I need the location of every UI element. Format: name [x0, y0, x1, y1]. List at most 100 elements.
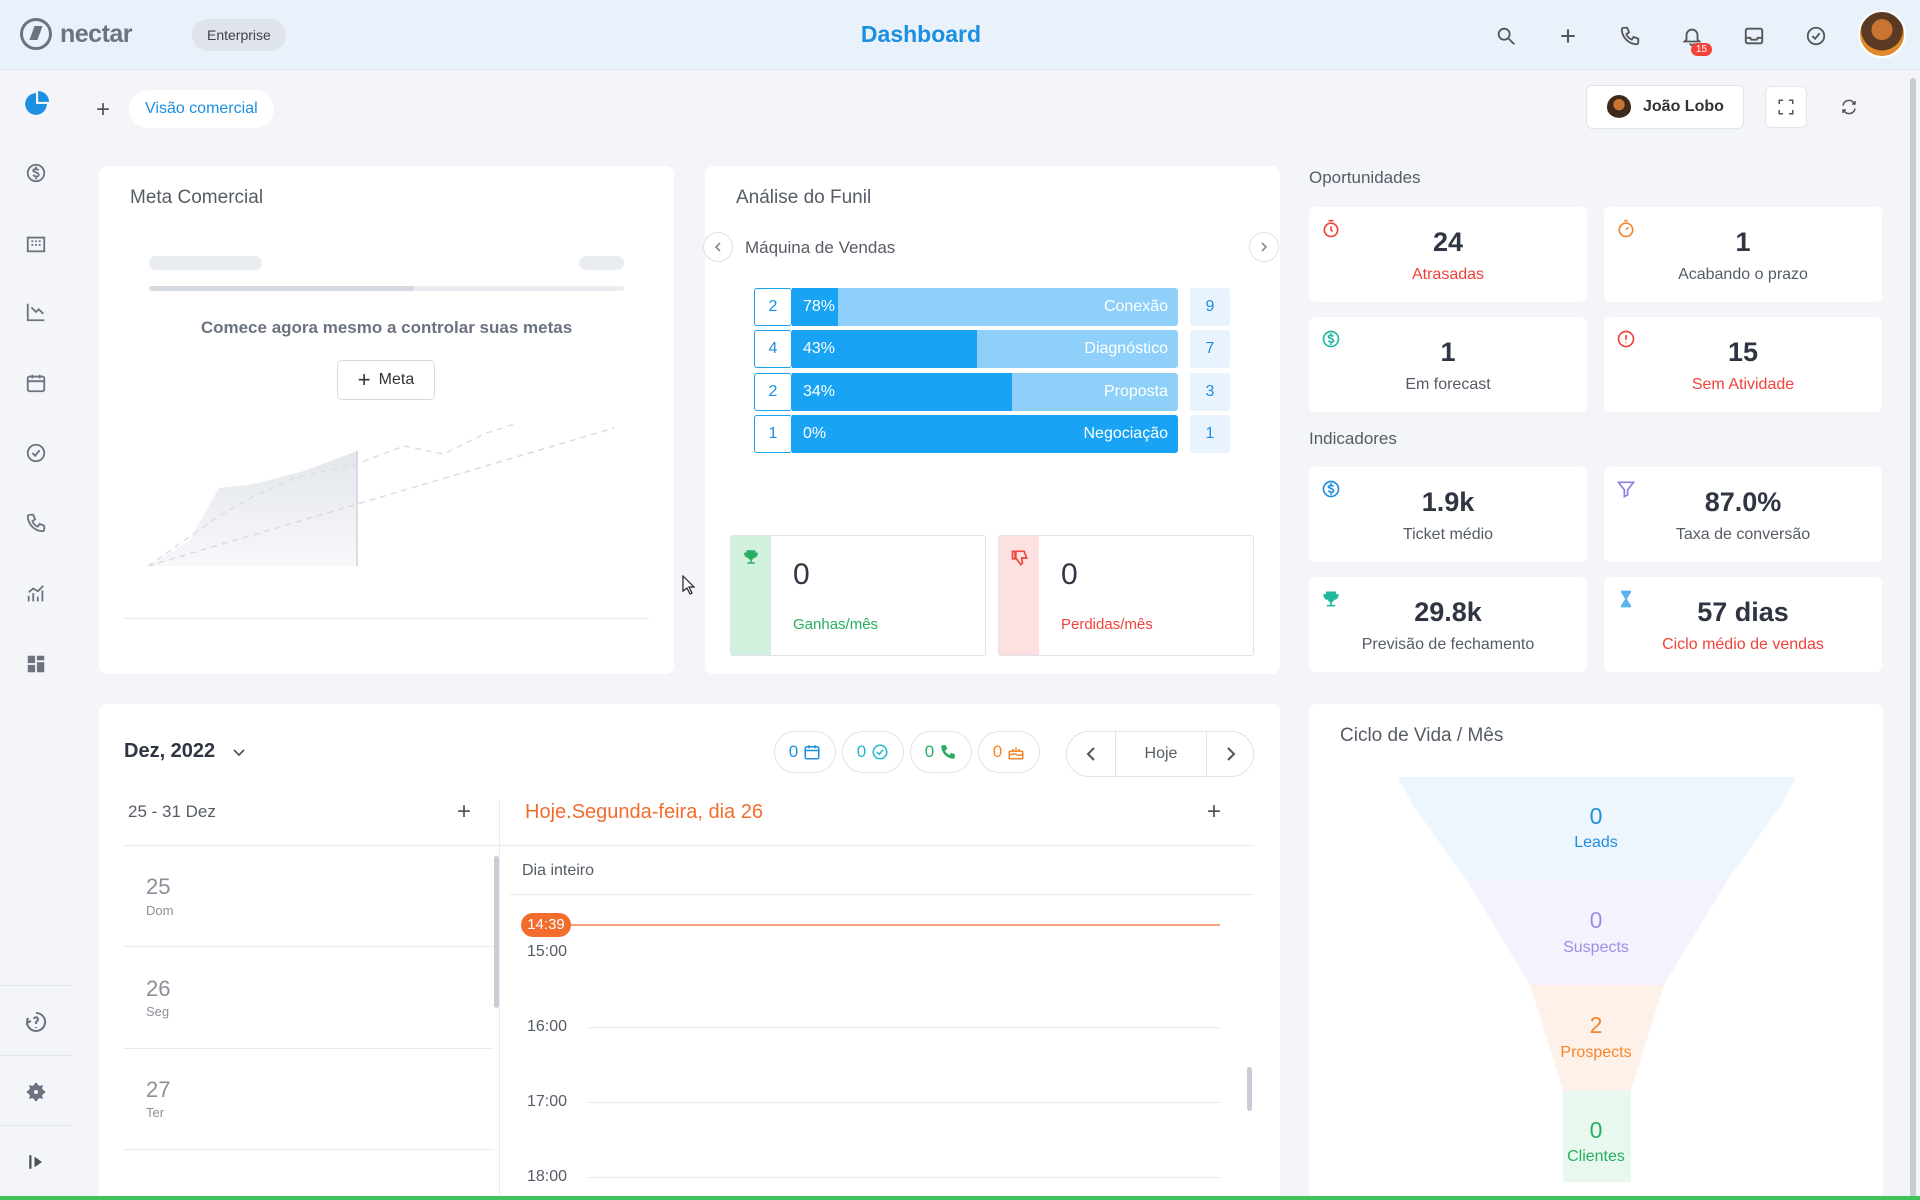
analytics-icon[interactable]	[22, 580, 50, 608]
money-icon[interactable]	[22, 159, 50, 187]
kpi-atrasadas[interactable]: 24 Atrasadas	[1309, 207, 1587, 302]
add-meta-button[interactable]: + Meta	[337, 360, 435, 400]
check-circle-icon[interactable]	[1800, 20, 1832, 52]
refresh-button[interactable]	[1828, 86, 1870, 128]
lost-card[interactable]: 0 Perdidas/mês	[998, 535, 1254, 656]
stage-name: Proposta	[1103, 383, 1168, 400]
phone-icon[interactable]	[1614, 20, 1646, 52]
user-avatar[interactable]	[1858, 10, 1906, 58]
funnel-stage-row[interactable]: 1 0% Negociação 1	[754, 415, 1230, 453]
month-selector[interactable]: Dez, 2022	[124, 740, 245, 763]
page-scrollbar[interactable]	[1910, 78, 1916, 1200]
divider	[124, 845, 1254, 846]
week-range: 25 - 31 Dez	[128, 802, 216, 821]
add-view-button[interactable]: +	[96, 96, 110, 124]
kpi-sem-atividade[interactable]: 15 Sem Atividade	[1604, 317, 1882, 412]
hour-gridline	[588, 1027, 1220, 1028]
kpi-ciclo-medio[interactable]: 57 dias Ciclo médio de vendas	[1604, 577, 1882, 672]
agenda-chip-birthdays[interactable]: 0	[978, 731, 1040, 773]
kpi-value: 24	[1432, 227, 1464, 257]
skeleton-placeholder	[149, 256, 262, 270]
next-day-button[interactable]	[1207, 732, 1255, 776]
dashboard-pie-icon[interactable]	[22, 90, 50, 118]
kpi-label: Sem Atividade	[1691, 376, 1795, 393]
kpi-label: Em forecast	[1405, 376, 1491, 393]
sidebar-divider	[0, 1125, 72, 1126]
day-weekday: Ter	[146, 1105, 165, 1120]
kpi-em-forecast[interactable]: 1 Em forecast	[1309, 317, 1587, 412]
divider	[124, 618, 649, 619]
inbox-icon[interactable]	[1738, 20, 1770, 52]
kpi-value: 87.0%	[1704, 487, 1782, 517]
funnel-stage-row[interactable]: 2 34% Proposta 3	[754, 373, 1230, 411]
pipeline-name: Máquina de Vendas	[745, 238, 896, 257]
agenda-card	[99, 704, 1280, 1200]
divider	[499, 800, 500, 1200]
calls-icon[interactable]	[22, 509, 50, 537]
chevron-right-icon	[1261, 242, 1268, 252]
funnel-stage-row[interactable]: 4 43% Diagnóstico 7	[754, 330, 1230, 368]
stage-bar: 78% Conexão	[792, 288, 1178, 326]
kpi-label: Taxa de conversão	[1675, 526, 1811, 543]
agenda-chip-tasks[interactable]: 0	[842, 731, 904, 773]
card-title: Meta Comercial	[130, 187, 264, 208]
stage-bar: 0% Negociação	[792, 415, 1178, 453]
next-pipeline-button[interactable]	[1249, 232, 1279, 262]
companies-icon[interactable]	[22, 230, 50, 258]
avatar	[1607, 95, 1631, 119]
day-number: 25	[146, 874, 171, 899]
stage-name: Conexão	[1103, 298, 1168, 315]
kpi-acabando-prazo[interactable]: 1 Acabando o prazo	[1604, 207, 1882, 302]
tasks-icon[interactable]	[22, 439, 50, 467]
bell-icon[interactable]: 15	[1676, 20, 1712, 56]
stage-count: 1	[754, 415, 792, 453]
kpi-ticket-medio[interactable]: 1.9k Ticket médio	[1309, 467, 1587, 562]
agenda-chip-events[interactable]: 0	[774, 731, 836, 773]
funnel-stage-row[interactable]: 2 78% Conexão 9	[754, 288, 1230, 326]
today-button[interactable]: Hoje	[1115, 732, 1207, 776]
won-card[interactable]: 0 Ganhas/mês	[730, 535, 986, 656]
settings-icon[interactable]	[22, 1078, 50, 1106]
user-filter-button[interactable]: João Lobo	[1586, 85, 1744, 129]
hour-label: 17:00	[527, 1093, 568, 1110]
lifecycle-label-suspects[interactable]: Suspects	[1340, 939, 1852, 957]
chip-count: 0	[924, 742, 935, 761]
trophy-icon	[744, 550, 758, 564]
stage-total: 9	[1190, 288, 1230, 326]
stage-count: 2	[754, 288, 792, 326]
help-icon[interactable]	[22, 1008, 50, 1036]
tab-visao-comercial[interactable]: Visão comercial	[129, 90, 274, 128]
stage-count: 2	[754, 373, 792, 411]
divider	[510, 894, 1254, 895]
calendar-icon[interactable]	[22, 369, 50, 397]
stage-total: 3	[1190, 373, 1230, 411]
indicadores-title: Indicadores	[1309, 429, 1397, 448]
prev-pipeline-button[interactable]	[703, 232, 733, 262]
skeleton-progress-fill	[149, 286, 414, 291]
kpi-previsao-fechamento[interactable]: 29.8k Previsão de fechamento	[1309, 577, 1587, 672]
widgets-icon[interactable]	[22, 650, 50, 678]
day-view-scrollbar[interactable]	[1247, 1067, 1252, 1111]
week-list-scrollbar[interactable]	[494, 856, 499, 1008]
agenda-chip-calls[interactable]: 0	[910, 731, 972, 773]
current-time-badge: 14:39	[521, 913, 571, 937]
reports-icon[interactable]	[22, 298, 50, 326]
add-week-event-button[interactable]: +	[457, 798, 471, 826]
expand-icon[interactable]	[22, 1148, 50, 1176]
prev-day-button[interactable]	[1067, 732, 1115, 776]
lifecycle-value-clientes: 0	[1589, 1117, 1603, 1143]
card-title: Ciclo de Vida / Mês	[1340, 725, 1504, 746]
plus-icon[interactable]	[1552, 20, 1584, 52]
lifecycle-label-clientes[interactable]: Clientes	[1340, 1148, 1852, 1166]
sidebar-divider	[0, 985, 72, 986]
thumbs-down-icon	[1011, 550, 1028, 566]
kpi-taxa-conversao[interactable]: 87.0% Taxa de conversão	[1604, 467, 1882, 562]
lifecycle-label-prospects[interactable]: Prospects	[1340, 1044, 1852, 1062]
fullscreen-button[interactable]	[1765, 86, 1807, 128]
hour-label: 15:00	[527, 943, 568, 960]
search-icon[interactable]	[1490, 20, 1522, 52]
lifecycle-label-leads[interactable]: Leads	[1340, 834, 1852, 852]
notification-count: 15	[1690, 43, 1712, 56]
add-day-event-button[interactable]: +	[1207, 798, 1221, 826]
kpi-label: Atrasadas	[1411, 266, 1485, 283]
